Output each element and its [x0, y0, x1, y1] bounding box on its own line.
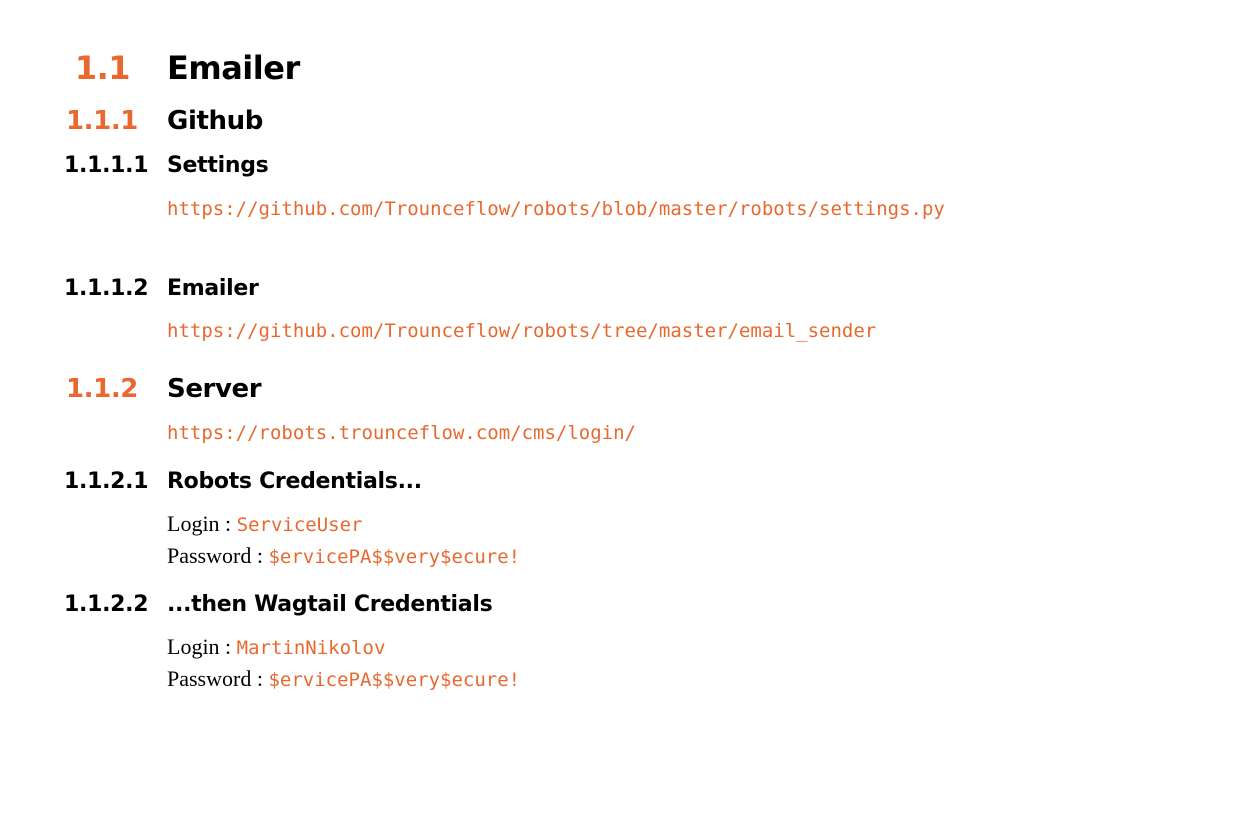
wagtail-login-value: MartinNikolov	[236, 637, 386, 659]
robots-password-line: Password : $ervicePA$$very$ecure!	[167, 543, 520, 569]
section-number-1-1-2-2: 1.1.2.2	[64, 592, 149, 617]
section-title-robots-credentials: Robots Credentials...	[167, 469, 422, 494]
section-number-1-1: 1.1	[74, 49, 131, 87]
password-label: Password :	[167, 543, 269, 568]
section-title-settings: Settings	[167, 153, 269, 178]
wagtail-password-line: Password : $ervicePA$$very$ecure!	[167, 666, 520, 692]
wagtail-password-value: $ervicePA$$very$ecure!	[268, 669, 521, 691]
cms-login-link[interactable]: https://robots.trounceflow.com/cms/login…	[167, 422, 636, 444]
login-label: Login :	[167, 511, 237, 536]
section-title-github: Github	[167, 106, 263, 136]
login-label: Login :	[167, 634, 237, 659]
section-number-1-1-2-1: 1.1.2.1	[64, 469, 149, 494]
wagtail-login-line: Login : MartinNikolov	[167, 634, 385, 660]
section-number-1-1-2: 1.1.2	[65, 374, 138, 404]
email-sender-link[interactable]: https://github.com/Trounceflow/robots/tr…	[167, 320, 876, 342]
section-title-emailer: Emailer	[167, 49, 300, 87]
robots-login-value: ServiceUser	[236, 514, 363, 536]
robots-login-line: Login : ServiceUser	[167, 511, 363, 537]
section-title-wagtail-credentials: ...then Wagtail Credentials	[167, 592, 493, 617]
section-number-1-1-1-2: 1.1.1.2	[64, 276, 149, 301]
settings-link[interactable]: https://github.com/Trounceflow/robots/bl…	[167, 198, 945, 220]
section-title-emailer-repo: Emailer	[167, 276, 259, 301]
section-title-server: Server	[167, 374, 262, 404]
robots-password-value: $ervicePA$$very$ecure!	[268, 546, 521, 568]
section-number-1-1-1: 1.1.1	[65, 106, 138, 136]
section-number-1-1-1-1: 1.1.1.1	[64, 153, 149, 178]
password-label: Password :	[167, 666, 269, 691]
